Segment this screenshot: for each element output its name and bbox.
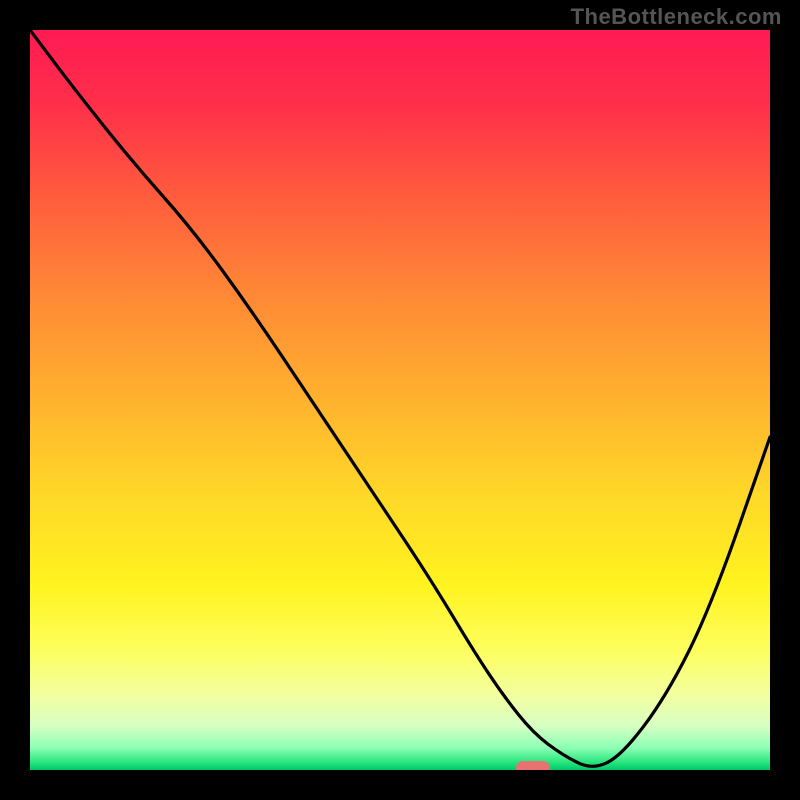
optimal-point-marker [516, 761, 550, 770]
bottleneck-curve [30, 30, 770, 770]
chart-frame: TheBottleneck.com [0, 0, 800, 800]
watermark-text: TheBottleneck.com [571, 4, 782, 30]
plot-area [30, 30, 770, 770]
curve-path [30, 30, 770, 766]
